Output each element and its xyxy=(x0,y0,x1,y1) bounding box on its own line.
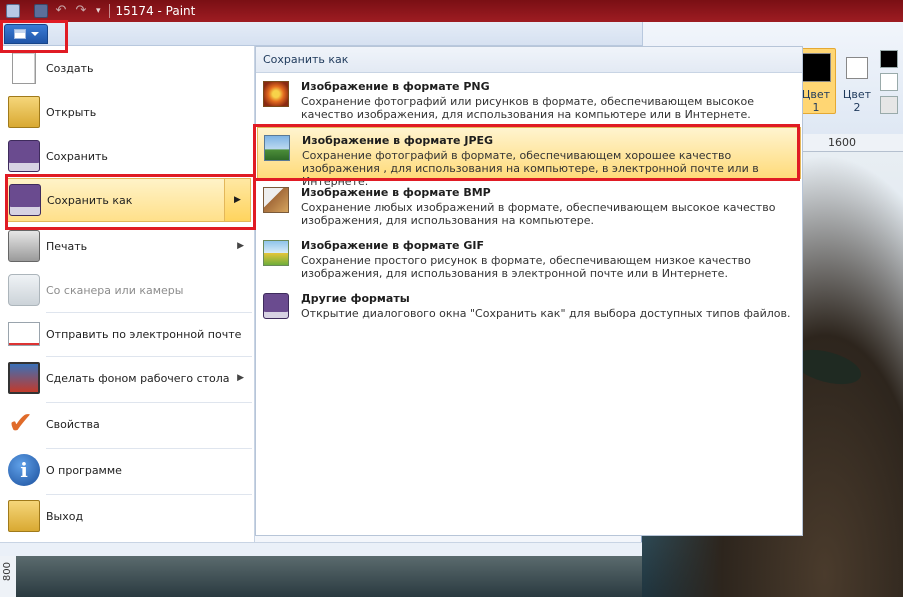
palette-swatch-empty[interactable] xyxy=(880,96,898,114)
new-document-icon xyxy=(12,52,36,84)
annotation-highlight-menu-button xyxy=(0,20,68,53)
menu-item-print[interactable]: Печать ▶ xyxy=(0,224,254,268)
submenu-arrow-icon: ▶ xyxy=(237,373,244,383)
palette-swatch-black[interactable] xyxy=(880,50,898,68)
annotation-highlight-jpeg xyxy=(253,124,800,181)
menu-bottom-bar xyxy=(0,542,642,556)
ruler-top-value: 1600 xyxy=(828,136,856,149)
title-separator xyxy=(108,4,110,18)
submenu-title: Сохранить как xyxy=(263,53,349,66)
menu-item-email[interactable]: Отправить по электронной почте xyxy=(0,312,254,356)
submenu-arrow-icon: ▶ xyxy=(237,241,244,251)
submenu-item-gif[interactable]: Изображение в формате GIF Сохранение про… xyxy=(257,233,801,285)
png-format-icon xyxy=(263,81,289,107)
printer-icon xyxy=(8,230,40,262)
menu-item-exit[interactable]: Выход xyxy=(0,494,254,538)
menu-item-open[interactable]: Открыть xyxy=(0,90,254,134)
open-folder-icon xyxy=(8,96,40,128)
desktop-background-icon xyxy=(8,362,40,394)
submenu-item-png[interactable]: Изображение в формате PNG Сохранение фот… xyxy=(257,74,801,126)
email-icon xyxy=(8,322,40,346)
menu-item-set-desktop-background[interactable]: Сделать фоном рабочего стола ▶ xyxy=(0,356,254,400)
info-icon: i xyxy=(8,454,40,486)
quick-access-dropdown-icon[interactable]: ▾ xyxy=(96,6,101,16)
title-bar: ↶ ↷ ▾ 15174 - Paint xyxy=(0,0,903,22)
color1-swatch xyxy=(802,53,831,82)
annotation-highlight-save-as xyxy=(5,174,256,230)
scanner-icon xyxy=(8,274,40,306)
properties-check-icon: ✔ xyxy=(8,406,34,441)
submenu-item-bmp[interactable]: Изображение в формате BMP Сохранение люб… xyxy=(257,180,801,232)
menu-item-scanner: Со сканера или камеры xyxy=(0,268,254,312)
submenu-header: Сохранить как xyxy=(256,47,802,73)
gif-format-icon xyxy=(263,240,289,266)
app-menu-commands: Создать Открыть Сохранить Сохранить как … xyxy=(0,46,254,542)
submenu-item-other-formats[interactable]: Другие форматы Открытие диалогового окна… xyxy=(257,286,801,338)
save-disk-icon xyxy=(8,140,40,172)
menu-item-properties[interactable]: ✔ Свойства xyxy=(0,402,254,446)
color2-button[interactable] xyxy=(846,57,868,79)
quick-save-icon[interactable] xyxy=(34,4,48,18)
ruler-left-value: 800 xyxy=(2,562,13,582)
exit-icon xyxy=(8,500,40,532)
other-formats-icon xyxy=(263,293,289,319)
color2-label: Цвет 2 xyxy=(842,88,872,114)
canvas-image-bottom[interactable] xyxy=(16,556,642,597)
undo-icon[interactable]: ↶ xyxy=(54,4,68,18)
save-as-submenu: Сохранить как Изображение в формате PNG … xyxy=(255,46,803,536)
paint-app-icon xyxy=(6,4,20,18)
menu-item-about[interactable]: i О программе xyxy=(0,448,254,492)
redo-icon[interactable]: ↷ xyxy=(74,4,88,18)
bmp-format-icon xyxy=(263,187,289,213)
menu-item-save[interactable]: Сохранить xyxy=(0,134,254,178)
palette-swatch-white[interactable] xyxy=(880,73,898,91)
window-title: 15174 - Paint xyxy=(115,4,196,18)
